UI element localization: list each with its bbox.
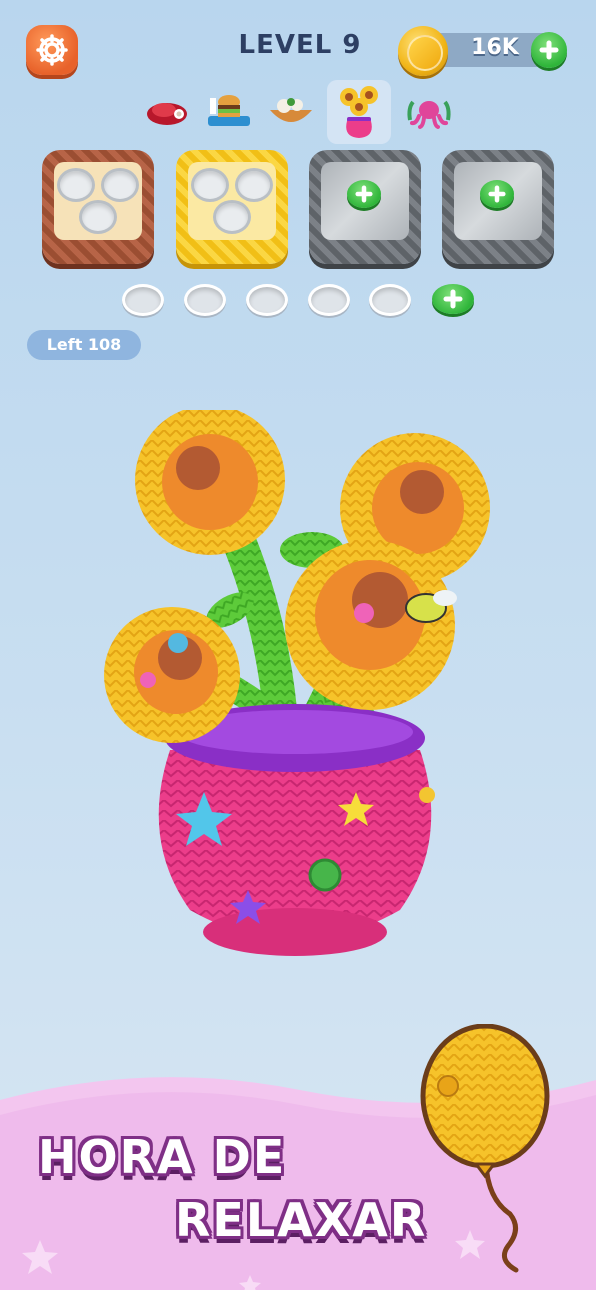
burger-tray-icon (208, 95, 250, 126)
pot (158, 704, 435, 956)
basket-hole (191, 168, 229, 202)
coin-icon (398, 26, 448, 76)
tab-octopus[interactable] (402, 86, 456, 134)
tab-bowl[interactable] (264, 86, 318, 134)
unlock-basket-button[interactable] (480, 180, 514, 208)
basket-hole (79, 200, 117, 234)
basket-locked[interactable] (442, 150, 554, 264)
sunflower (104, 607, 240, 743)
gear-icon (36, 34, 68, 66)
sunflower (135, 410, 285, 555)
queue-slot (184, 284, 226, 316)
add-slot-button[interactable] (432, 284, 474, 314)
sunflower-pot-artwork[interactable] (80, 410, 520, 970)
queue-slot (246, 284, 288, 316)
sunflower-pot-icon (340, 86, 378, 138)
plus-icon (488, 185, 506, 203)
queue-slot (122, 284, 164, 316)
basket-hole (101, 168, 139, 202)
queue-slot (369, 284, 411, 316)
banner-line-1: HORA DE (38, 1130, 287, 1184)
basket-hole (57, 168, 95, 202)
level-label: LEVEL 9 (238, 30, 362, 60)
basket-brown[interactable] (42, 150, 154, 264)
octopus-plant-icon (407, 100, 451, 129)
basket-hole (213, 200, 251, 234)
plus-icon (355, 185, 373, 203)
yarn-balloon[interactable] (418, 1024, 558, 1274)
tab-sunflower-pot[interactable] (327, 80, 391, 144)
basket-yellow[interactable] (176, 150, 288, 264)
coin-count: 16K (471, 35, 519, 60)
tab-burger[interactable] (202, 86, 256, 134)
add-coins-button[interactable] (531, 32, 567, 68)
settings-button[interactable] (26, 25, 78, 75)
food-bowl-icon (270, 98, 312, 122)
tab-meat[interactable] (140, 86, 194, 134)
remaining-counter: Left 108 (27, 330, 141, 360)
plus-icon (443, 289, 463, 309)
queue-slot (308, 284, 350, 316)
basket-hole (235, 168, 273, 202)
banner-line-2: RELAXAR (175, 1193, 428, 1247)
heart-button-icon (437, 1075, 459, 1097)
plus-icon (539, 40, 559, 60)
unlock-basket-button[interactable] (347, 180, 381, 208)
meat-icon (147, 103, 187, 125)
basket-locked[interactable] (309, 150, 421, 264)
